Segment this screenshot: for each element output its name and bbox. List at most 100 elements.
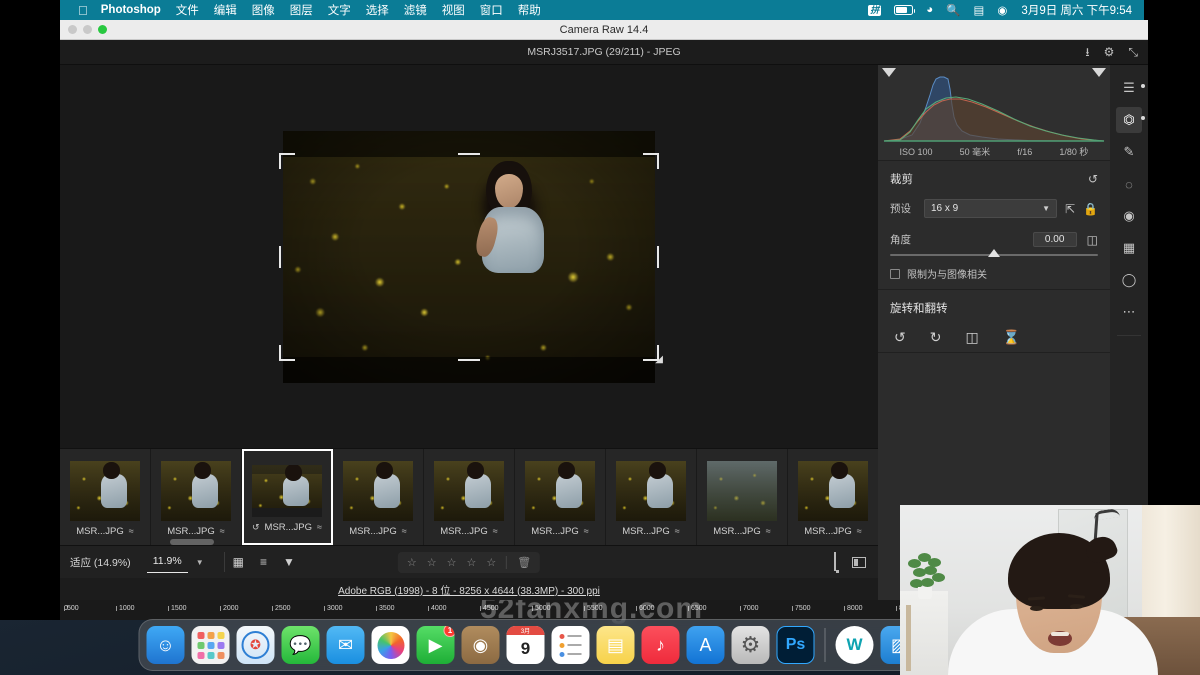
save-image-icon[interactable]: ⭳ [1085,46,1089,58]
filmstrip[interactable]: MSR...JPG ≈ MSR...JPG ≈ ↺ MSR...JPG ≈ MS… [60,448,878,545]
photo-wrapper[interactable]: ◢ [279,130,663,383]
notes-icon[interactable]: ▤ [596,626,635,664]
user-account-icon[interactable]: ◉ [997,3,1007,17]
image-info-text[interactable]: Adobe RGB (1998) - 8 位 - 8256 x 4644 (38… [338,582,600,597]
zoom-level-value[interactable]: 11.9% [146,552,188,573]
before-after-view-icon[interactable] [852,556,866,568]
rotate-crop-icon[interactable]: ⇱ [1065,203,1075,215]
display-icon[interactable]: ▤ [974,3,985,17]
facetime-icon[interactable]: ▶ 1 [416,626,455,664]
chevron-down-icon[interactable]: ▼ [196,558,204,567]
lock-icon[interactable]: 🔒 [1083,203,1098,215]
masking-icon[interactable]: ◌ [1116,171,1142,197]
calendar-icon[interactable]: 3月 9 [506,626,545,664]
image-canvas[interactable]: ◢ [60,65,878,448]
sort-icon[interactable]: ≡ [260,556,267,568]
app-store-icon[interactable]: A [686,626,725,664]
safari-icon[interactable]: ✪ [236,626,275,664]
menu-item-photoshop[interactable]: Photoshop [101,4,161,16]
filmstrip-thumb[interactable]: MSR...JPG ≈ [788,449,878,545]
filmstrip-thumb[interactable]: MSR...JPG ≈ [333,449,424,545]
star-1[interactable]: ☆ [407,556,417,569]
filmstrip-view-icon[interactable]: ▦ [233,556,244,568]
menu-item-type[interactable]: 文字 [328,2,351,18]
photos-icon[interactable] [371,626,410,664]
constrain-row[interactable]: 限制为与图像相关 [890,266,1098,281]
menu-item-select[interactable]: 选择 [366,2,389,18]
shadow-clip-icon[interactable] [882,68,896,77]
highlight-clip-icon[interactable] [1092,68,1106,77]
crop-handle-tr-v[interactable] [657,152,659,169]
filmstrip-thumb[interactable]: MSR...JPG ≈ [606,449,697,545]
launchpad-icon[interactable] [191,626,230,664]
webcam-overlay[interactable] [900,505,1200,675]
fit-zoom-label[interactable]: 适应 (14.9%) [70,555,131,570]
menu-item-filter[interactable]: 滤镜 [404,2,427,18]
more-options-icon[interactable]: ⋯ [1116,299,1142,325]
apple-icon[interactable]:  [78,4,88,17]
red-eye-icon[interactable]: ◉ [1116,203,1142,229]
reminders-icon[interactable] [551,626,590,664]
messages-icon[interactable]: 💬 [281,626,320,664]
filmstrip-thumb[interactable]: MSR...JPG ≈ [515,449,606,545]
ime-indicator[interactable]: 拼 [868,4,882,16]
crop-handle-tl-v[interactable] [279,152,281,169]
angle-slider-track[interactable] [890,249,1098,257]
menu-item-layer[interactable]: 图层 [290,2,313,18]
angle-value[interactable]: 0.00 [1032,232,1077,247]
star-2[interactable]: ☆ [427,556,437,569]
flip-horizontal-icon[interactable]: ◫ [965,330,978,344]
photoshop-icon[interactable]: Ps [776,626,815,664]
rotate-clockwise-icon[interactable]: ↻ [930,330,942,344]
finder-icon[interactable]: ☺ [146,626,185,664]
preferences-gear-icon[interactable]: ⚙ [1104,46,1115,58]
window-titlebar[interactable]: Camera Raw 14.4 [60,20,1148,40]
straighten-tool-icon[interactable]: ◫ [1087,234,1098,246]
trash-icon[interactable]: 🗑 [517,556,531,569]
star-4[interactable]: ☆ [466,556,476,569]
presets-icon[interactable]: ▦ [1116,235,1142,261]
menu-item-help[interactable]: 帮助 [518,2,541,18]
healing-brush-icon[interactable]: ✎ [1116,139,1142,165]
rating-control[interactable]: ☆ ☆ ☆ ☆ ☆ 🗑 [397,551,541,573]
search-icon[interactable]: 🔍 [946,3,960,17]
crop-handle-right-mid[interactable] [657,245,659,268]
star-3[interactable]: ☆ [447,556,457,569]
filmstrip-thumb[interactable]: MSR...JPG ≈ [60,449,151,545]
reset-icon[interactable]: ↺ [1088,172,1098,186]
single-view-icon[interactable] [834,552,836,571]
snapshots-icon[interactable]: ◯ [1116,267,1142,293]
menu-item-edit[interactable]: 编辑 [214,2,237,18]
filter-icon[interactable]: ▼ [283,556,295,568]
histogram[interactable] [878,65,1110,143]
constrain-checkbox[interactable] [890,268,900,279]
filmstrip-thumb[interactable]: MSR...JPG ≈ [151,449,242,545]
menu-item-window[interactable]: 窗口 [480,2,503,18]
edit-sliders-icon[interactable]: ☰ [1116,75,1145,101]
contacts-icon[interactable]: ◉ [461,626,500,664]
crop-handle-left-mid[interactable] [279,245,281,268]
rotate-counterclockwise-icon[interactable]: ↺ [894,330,906,344]
preview-image[interactable] [283,130,655,383]
flip-vertical-icon[interactable]: ⌛ [1003,330,1020,344]
crop-handle-bl-v[interactable] [279,344,281,361]
wps-icon[interactable]: W [835,626,874,664]
filmstrip-thumb-selected[interactable]: ↺ MSR...JPG ≈ [242,449,333,545]
wifi-icon[interactable]: ◕ [926,4,933,16]
menu-item-view[interactable]: 视图 [442,2,465,18]
fullscreen-icon[interactable]: ⤡ [1128,46,1138,58]
angle-slider-knob[interactable] [988,249,1000,257]
star-5[interactable]: ☆ [486,556,496,569]
battery-charging-icon[interactable] [894,5,916,15]
filmstrip-thumb[interactable]: MSR...JPG ≈ [697,449,788,545]
filmstrip-thumb[interactable]: MSR...JPG ≈ [424,449,515,545]
crop-handle-br-v[interactable] [657,344,659,361]
menubar-clock[interactable]: 3月9日 周六 下午9:54 [1021,2,1132,18]
crop-preset-select[interactable]: 16 x 9 ▼ [924,199,1057,218]
menu-item-image[interactable]: 图像 [252,2,275,18]
menu-item-file[interactable]: 文件 [176,2,199,18]
mail-icon[interactable]: ✉ [326,626,365,664]
system-settings-icon[interactable]: ⚙ [731,626,770,664]
music-icon[interactable]: ♪ [641,626,680,664]
crop-icon[interactable]: ⏣ [1116,107,1145,133]
